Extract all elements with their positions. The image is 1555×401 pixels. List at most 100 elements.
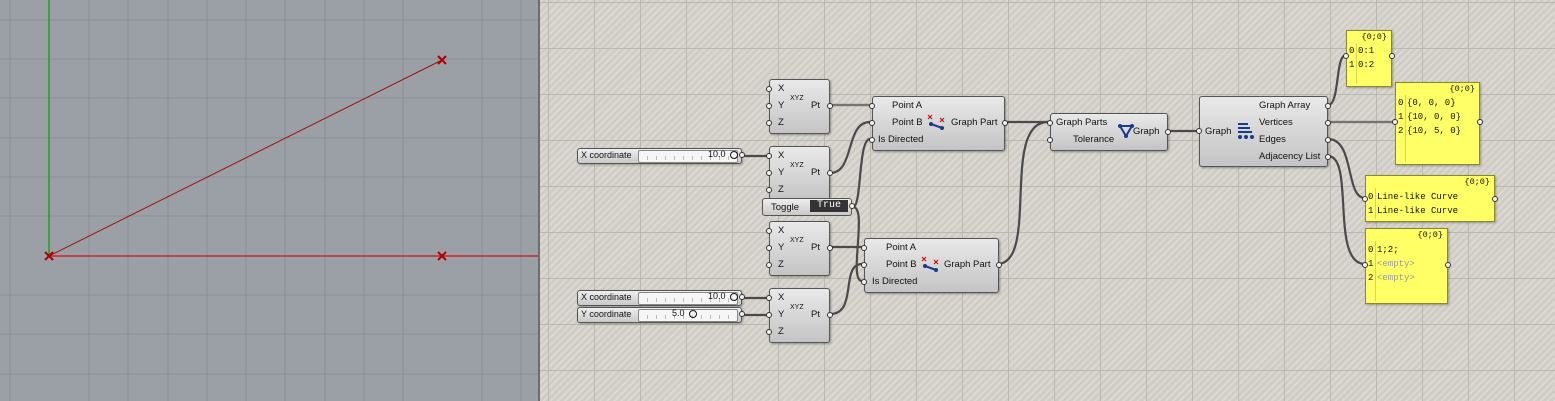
- output-grip[interactable]: [1325, 120, 1331, 126]
- input-grip[interactable]: [1362, 196, 1368, 202]
- output-grip[interactable]: [827, 103, 833, 109]
- vertex-marker: [437, 55, 447, 65]
- construct-point-component[interactable]: X Y Z XYZ Pt: [766, 288, 833, 343]
- panel-path: {0;0}: [1449, 84, 1475, 94]
- output-grip[interactable]: [849, 203, 855, 209]
- slider-knob[interactable]: [730, 293, 738, 301]
- input-grip[interactable]: [766, 170, 772, 176]
- input-grip[interactable]: [1343, 53, 1349, 59]
- output-pt: Pt: [811, 242, 820, 253]
- graph-part-component[interactable]: Point A Point B Is Directed Graph Part: [869, 96, 1008, 151]
- adjacency-list-panel[interactable]: {0;0} 0 1;2; 1 <empty> 2 <empty>: [1362, 228, 1451, 304]
- output-grip[interactable]: [827, 245, 833, 251]
- panel-row: 2 <empty>: [1368, 273, 1415, 283]
- slider-knob[interactable]: [730, 151, 738, 159]
- output-grip[interactable]: [739, 294, 745, 300]
- wire: [851, 205, 864, 283]
- input-y: Y: [778, 167, 785, 178]
- x-coordinate-slider[interactable]: X coordinate 10.0: [577, 148, 745, 164]
- graph-part-icon: [927, 114, 945, 130]
- rhino-viewport[interactable]: [0, 0, 538, 401]
- boolean-toggle[interactable]: Toggle True: [762, 198, 855, 216]
- xyz-point-icon: XYZ: [790, 237, 804, 244]
- input-grip[interactable]: [861, 279, 867, 285]
- input-grip[interactable]: [861, 262, 867, 268]
- input-grip[interactable]: [1196, 128, 1202, 134]
- output-graph-array: Graph Array: [1259, 100, 1311, 111]
- output-grip[interactable]: [996, 262, 1002, 268]
- grasshopper-canvas[interactable]: X coordinate 10.0 X coordinate 10.0 Y co…: [540, 0, 1555, 401]
- input-tolerance: Tolerance: [1073, 134, 1115, 145]
- output-adjacency-list: Adjacency List: [1259, 151, 1321, 162]
- y-coordinate-slider[interactable]: Y coordinate 5.0: [577, 307, 745, 323]
- output-grip[interactable]: [739, 152, 745, 158]
- input-grip[interactable]: [766, 262, 772, 268]
- input-grip[interactable]: [766, 295, 772, 301]
- input-z: Z: [778, 259, 784, 270]
- input-grip[interactable]: [766, 312, 772, 318]
- graph-array-panel[interactable]: {0;0} 0 0:1 1 0:2: [1343, 30, 1395, 87]
- input-grip[interactable]: [869, 137, 875, 143]
- panel-row: 0 {0, 0, 0}: [1398, 98, 1456, 108]
- deconstruct-graph-icon: [1238, 123, 1254, 139]
- output-grip[interactable]: [827, 312, 833, 318]
- construct-point-component[interactable]: X Y Z XYZ Pt: [766, 221, 833, 276]
- output-pt: Pt: [811, 167, 820, 178]
- slider-knob[interactable]: [689, 310, 697, 318]
- output-grip[interactable]: [1325, 137, 1331, 143]
- input-y: Y: [778, 309, 785, 320]
- graph-part-component[interactable]: Point A Point B Is Directed Graph Part: [861, 238, 1002, 293]
- output-grip[interactable]: [1165, 129, 1171, 135]
- input-x: X: [778, 83, 785, 94]
- input-grip[interactable]: [766, 187, 772, 193]
- construct-point-component[interactable]: X Y Z XYZ Pt: [766, 79, 833, 134]
- wire: [1326, 137, 1367, 200]
- output-grip[interactable]: [1492, 196, 1498, 202]
- deconstruct-graph-component[interactable]: Graph Graph Array Vertices Edges Adjacen…: [1196, 96, 1331, 167]
- input-grip[interactable]: [766, 103, 772, 109]
- input-grip[interactable]: [869, 103, 875, 109]
- input-grip[interactable]: [1392, 119, 1398, 125]
- graph-part-icon: [921, 256, 939, 272]
- panel-path: {0;0}: [1417, 230, 1443, 240]
- output-grip[interactable]: [1325, 154, 1331, 160]
- input-grip[interactable]: [766, 120, 772, 126]
- toggle-value[interactable]: True: [810, 200, 848, 212]
- slider-value: 10.0: [708, 291, 726, 301]
- output-pt: Pt: [811, 100, 820, 111]
- output-vertices: Vertices: [1259, 117, 1293, 128]
- x-coordinate-slider[interactable]: X coordinate 10.0: [577, 290, 745, 306]
- panel-row: 1 {10, 0, 0}: [1398, 112, 1462, 122]
- vertices-panel[interactable]: {0;0} 0 {0, 0, 0} 1 {10, 0, 0} 2 {10, 5, 0}: [1392, 82, 1483, 165]
- input-grip[interactable]: [766, 245, 772, 251]
- input-grip[interactable]: [766, 153, 772, 159]
- input-grip[interactable]: [766, 329, 772, 335]
- output-grip[interactable]: [1002, 120, 1008, 126]
- output-grip[interactable]: [1445, 262, 1451, 268]
- input-graph-parts: Graph Parts: [1056, 117, 1108, 128]
- output-grip[interactable]: [1477, 119, 1483, 125]
- input-grip[interactable]: [766, 228, 772, 234]
- output-grip[interactable]: [827, 170, 833, 176]
- construct-point-component[interactable]: X Y Z XYZ Pt: [766, 146, 833, 201]
- wire: [1326, 154, 1367, 266]
- input-grip[interactable]: [861, 245, 867, 251]
- output-grip[interactable]: [1325, 103, 1331, 109]
- output-grip[interactable]: [1389, 53, 1395, 59]
- output-grip[interactable]: [739, 311, 745, 317]
- input-x: X: [778, 292, 785, 303]
- edges-panel[interactable]: {0;0} 0 Line-like Curve 1 Line-like Curve: [1362, 175, 1498, 222]
- input-z: Z: [778, 184, 784, 195]
- input-grip[interactable]: [869, 120, 875, 126]
- input-grip[interactable]: [1047, 137, 1053, 143]
- input-z: Z: [778, 326, 784, 337]
- graph-component[interactable]: Graph Parts Tolerance Graph: [1047, 113, 1171, 151]
- input-graph: Graph: [1205, 126, 1232, 137]
- input-grip[interactable]: [1047, 120, 1053, 126]
- input-is-directed: Is Directed: [878, 134, 924, 145]
- viewport-drawing: [0, 0, 538, 401]
- wire: [1326, 53, 1348, 107]
- slider-track[interactable]: [638, 309, 738, 322]
- input-grip[interactable]: [766, 86, 772, 92]
- input-grip[interactable]: [1362, 262, 1368, 268]
